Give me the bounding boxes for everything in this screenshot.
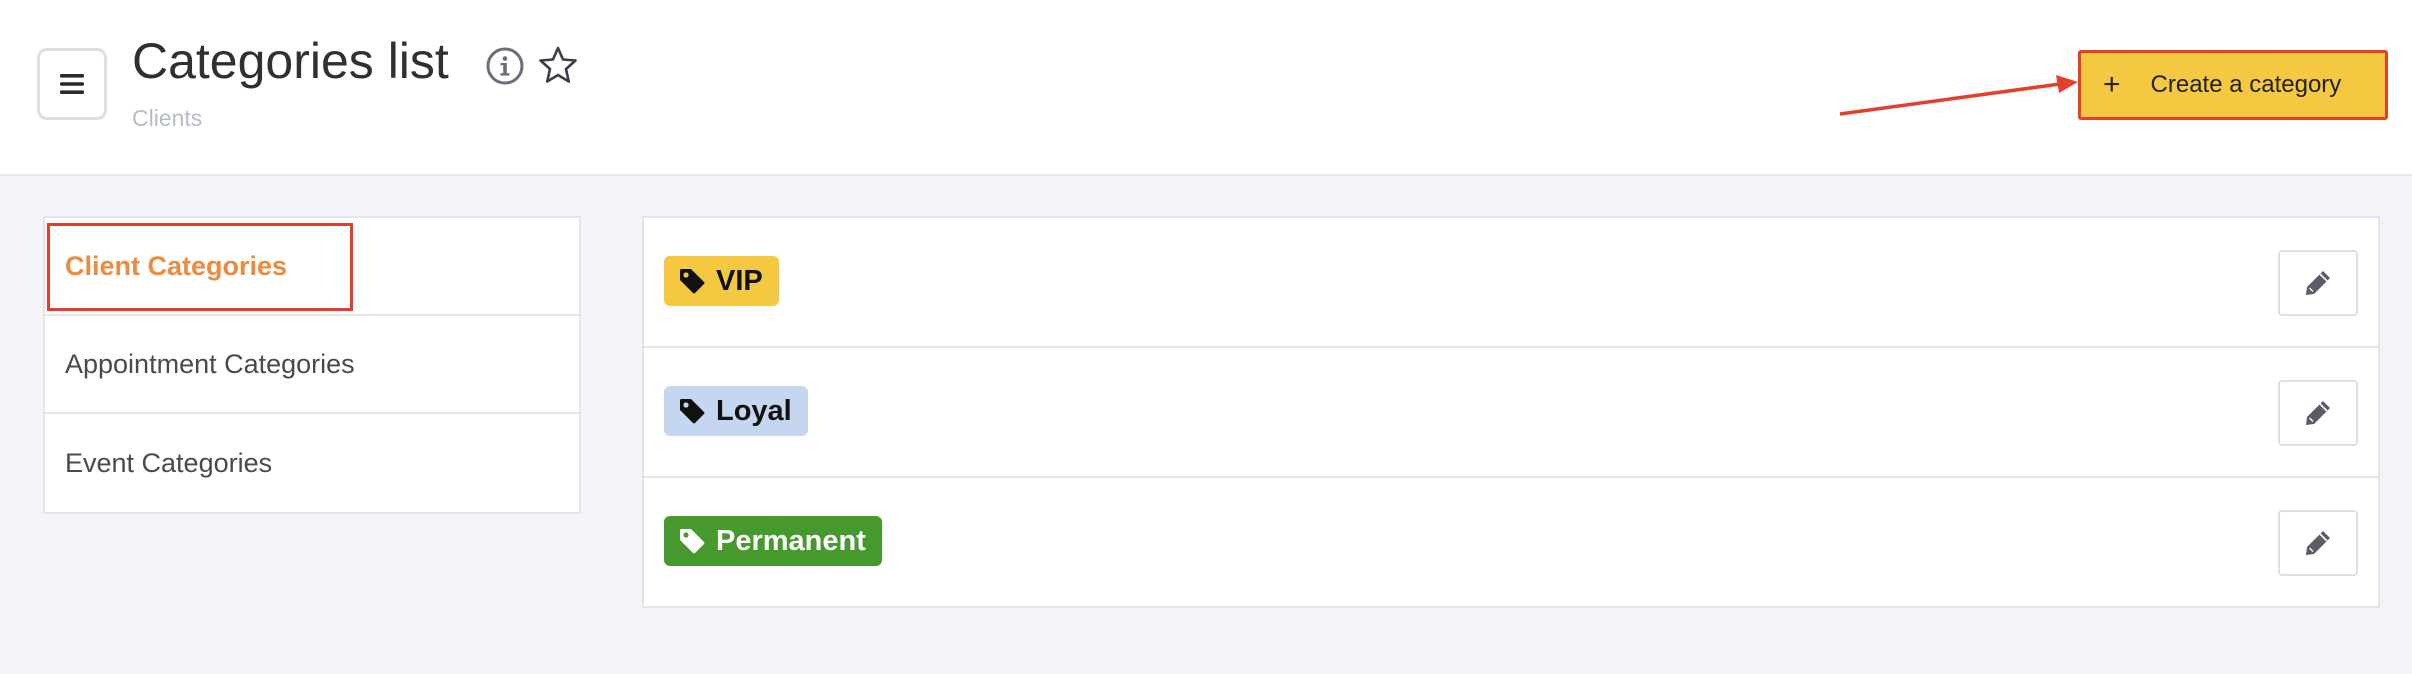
edit-button[interactable] bbox=[2278, 380, 2358, 446]
nav-item-label: Appointment Categories bbox=[65, 348, 355, 379]
category-row: Loyal bbox=[644, 348, 2378, 478]
category-tag: VIP bbox=[664, 256, 779, 306]
nav-item-client-categories[interactable]: Client Categories bbox=[45, 218, 579, 316]
edit-button[interactable] bbox=[2278, 510, 2358, 576]
star-icon[interactable] bbox=[538, 45, 578, 85]
category-name: Permanent bbox=[716, 524, 866, 557]
create-category-button[interactable]: + Create a category bbox=[2078, 50, 2388, 120]
page-header: Categories list Clients + Create a categ… bbox=[0, 0, 2412, 176]
page-title: Categories list bbox=[132, 33, 449, 89]
plus-icon: + bbox=[2103, 68, 2121, 101]
nav-item-label: Event Categories bbox=[65, 447, 273, 478]
nav-item-event-categories[interactable]: Event Categories bbox=[45, 414, 579, 512]
category-name: VIP bbox=[716, 264, 763, 297]
annotation-arrow bbox=[1839, 75, 2078, 116]
pencil-icon bbox=[2306, 531, 2330, 555]
category-row: VIP bbox=[644, 218, 2378, 348]
category-list: VIP Loyal Permanent bbox=[642, 216, 2380, 608]
nav-item-appointment-categories[interactable]: Appointment Categories bbox=[45, 316, 579, 414]
info-icon[interactable] bbox=[485, 46, 525, 86]
category-type-nav: Client Categories Appointment Categories… bbox=[43, 216, 581, 514]
category-row: Permanent bbox=[644, 478, 2378, 608]
category-tag: Loyal bbox=[664, 386, 808, 436]
tag-icon bbox=[680, 269, 705, 294]
tag-icon bbox=[680, 399, 705, 424]
tag-icon bbox=[680, 529, 705, 554]
page-subtitle: Clients bbox=[132, 105, 203, 131]
hamburger-icon bbox=[60, 74, 84, 94]
menu-toggle-button[interactable] bbox=[37, 48, 107, 120]
pencil-icon bbox=[2306, 271, 2330, 295]
edit-button[interactable] bbox=[2278, 250, 2358, 316]
category-tag: Permanent bbox=[664, 516, 882, 566]
category-name: Loyal bbox=[716, 394, 792, 427]
nav-item-label: Client Categories bbox=[65, 250, 288, 281]
pencil-icon bbox=[2306, 401, 2330, 425]
create-category-label: Create a category bbox=[2150, 71, 2342, 98]
